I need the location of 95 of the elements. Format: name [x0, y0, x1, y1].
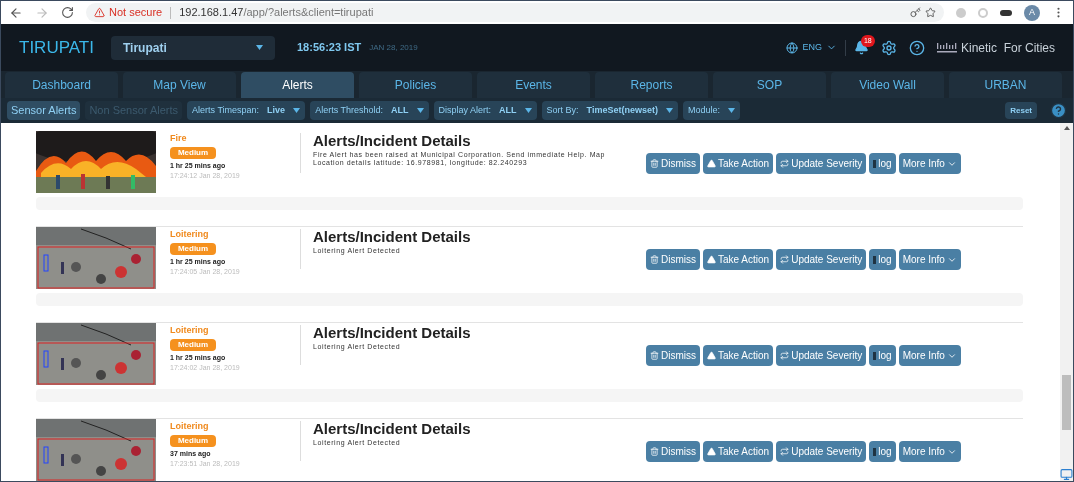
log-icon [873, 447, 877, 456]
caret-icon [524, 108, 532, 113]
scrollbar-thumb[interactable] [1062, 375, 1071, 430]
trash-icon [650, 351, 659, 360]
swap-icon [780, 447, 790, 456]
action-button[interactable]: Take Action [703, 441, 774, 462]
action-button[interactable]: Update Severity [776, 441, 867, 462]
nav-tab[interactable]: Map View [123, 72, 236, 98]
warning-icon [707, 351, 716, 360]
action-button[interactable]: log [869, 345, 896, 366]
action-button[interactable]: More Info [898, 441, 961, 462]
reset-button[interactable]: Reset [1005, 102, 1037, 119]
logo: TIRUPATI [19, 36, 95, 59]
filter-dropdown[interactable]: Module: [682, 101, 740, 120]
caret-icon [256, 45, 263, 50]
clock-time: 18:56:23 IST [297, 40, 362, 56]
alert-type: Fire [170, 132, 188, 145]
caret-icon [727, 108, 735, 113]
action-button[interactable]: Take Action [703, 249, 774, 270]
language-select[interactable]: ENG [786, 40, 837, 55]
action-button[interactable]: Update Severity [776, 345, 867, 366]
url-text: 192.168.1.47/app/?alerts&client=tirupati [179, 5, 374, 21]
severity-badge: Medium [170, 434, 216, 447]
action-button[interactable]: log [869, 441, 896, 462]
security-label: Not secure [109, 5, 163, 21]
caret-icon [665, 108, 673, 113]
city-select[interactable]: Tirupati [111, 35, 275, 60]
scroll-up-icon[interactable] [1063, 126, 1070, 130]
nav-tab[interactable]: Alerts [241, 72, 354, 98]
help-icon[interactable] [1050, 102, 1067, 119]
log-icon [873, 255, 877, 264]
caret-icon [293, 108, 301, 113]
details-title: Alerts/Incident Details [313, 131, 472, 151]
profile-avatar[interactable]: A [1024, 4, 1040, 21]
filter-dropdown[interactable]: Alerts Timespan: Live [187, 101, 306, 120]
details-title: Alerts/Incident Details [313, 419, 472, 439]
help-icon[interactable] [908, 39, 925, 56]
warning-icon [707, 255, 716, 264]
severity-badge: Medium [170, 338, 216, 351]
action-button[interactable]: Take Action [703, 153, 774, 174]
clock-date: JAN 28, 2019 [369, 41, 418, 54]
action-button[interactable]: More Info [898, 249, 961, 270]
extension-icon[interactable] [1000, 9, 1012, 16]
warning-icon [707, 159, 716, 168]
action-button[interactable]: Dismiss [646, 441, 700, 462]
nav-tab[interactable]: Events [477, 72, 590, 98]
alert-type: Loitering [170, 420, 210, 433]
star-icon[interactable] [925, 7, 936, 18]
warning-icon [94, 7, 105, 18]
key-icon[interactable] [910, 7, 921, 18]
action-button[interactable]: log [869, 153, 896, 174]
caret-icon [416, 108, 424, 113]
settings-icon[interactable] [880, 39, 897, 56]
action-button[interactable]: Update Severity [776, 249, 867, 270]
nav-tab[interactable]: Reports [595, 72, 708, 98]
nav-tab[interactable]: URBAN [949, 72, 1062, 98]
log-icon [873, 159, 877, 168]
filter-dropdown[interactable]: Sort By: TimeSet(newset) [541, 101, 678, 120]
swap-icon [780, 159, 790, 168]
alert-type: Loitering [170, 324, 210, 337]
nav-tab[interactable]: Policies [359, 72, 472, 98]
alert-group-tab[interactable]: Sensor Alerts [7, 101, 81, 120]
nav-tab[interactable]: Dashboard [5, 72, 118, 98]
alert-type: Loitering [170, 228, 210, 241]
action-button[interactable]: Take Action [703, 345, 774, 366]
action-button[interactable]: Dismiss [646, 249, 700, 270]
filter-dropdown[interactable]: Display Alert: ALL [433, 101, 537, 120]
action-button[interactable]: More Info [898, 153, 961, 174]
nav-tab[interactable]: SOP [713, 72, 826, 98]
log-icon [873, 351, 877, 360]
swap-icon [780, 351, 790, 360]
details-title: Alerts/Incident Details [313, 323, 472, 343]
trash-icon [650, 447, 659, 456]
trash-icon [650, 255, 659, 264]
scrollbar[interactable] [1060, 123, 1073, 481]
back-icon[interactable] [9, 5, 23, 20]
nav-tab[interactable]: Video Wall [831, 72, 944, 98]
action-button[interactable]: More Info [898, 345, 961, 366]
address-bar[interactable]: Not secure 192.168.1.47/app/?alerts&client=tirupati [86, 3, 944, 22]
severity-badge: Medium [170, 242, 216, 255]
cisco-logo-icon [936, 42, 957, 53]
action-button[interactable]: Dismiss [646, 153, 700, 174]
swap-icon [780, 255, 790, 264]
details-title: Alerts/Incident Details [313, 227, 472, 247]
action-button[interactable]: log [869, 249, 896, 270]
globe-icon [786, 41, 799, 54]
severity-badge: Medium [170, 146, 216, 159]
action-button[interactable]: Dismiss [646, 345, 700, 366]
action-button[interactable]: Update Severity [776, 153, 867, 174]
trash-icon [650, 159, 659, 168]
filter-dropdown[interactable]: Alerts Threshold: ALL [310, 101, 429, 120]
chat-icon[interactable] [1060, 468, 1073, 481]
reload-icon[interactable] [61, 6, 74, 19]
brand-name: Kinetic For Cities [960, 39, 1055, 57]
warning-icon [707, 447, 716, 456]
